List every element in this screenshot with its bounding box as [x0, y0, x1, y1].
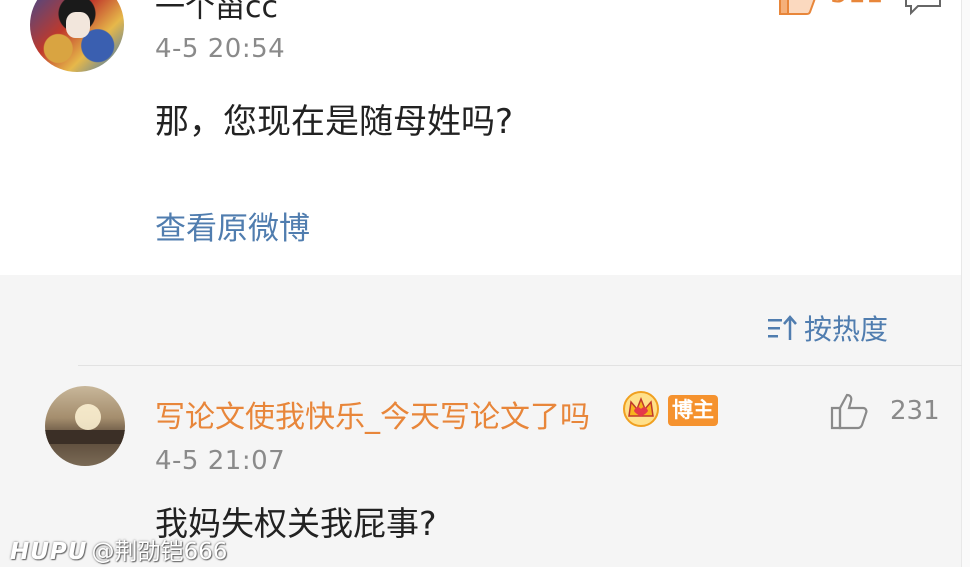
- crown-icon: [623, 391, 659, 427]
- watermark: HUPU @荆劭铠666: [10, 532, 227, 566]
- sort-icon: [768, 315, 797, 340]
- user-avatar[interactable]: [30, 0, 124, 72]
- reply-timestamp: 4-5 21:07: [155, 446, 286, 476]
- comment-timestamp: 4-5 20:54: [155, 34, 286, 64]
- sort-label: 按热度: [804, 313, 889, 346]
- view-original-link[interactable]: 查看原微博: [155, 203, 310, 248]
- comment-icon[interactable]: [903, 0, 943, 16]
- comment-text: 那，您现在是随母姓吗?: [155, 102, 514, 142]
- replier-avatar[interactable]: [45, 386, 125, 466]
- scroll-edge: [961, 0, 970, 567]
- like-count: 231: [890, 396, 940, 426]
- sort-by-hot-button[interactable]: 按热度: [766, 308, 888, 348]
- blogger-badge: 博主: [668, 395, 718, 426]
- like-count: 511: [830, 0, 883, 9]
- reply-username[interactable]: 写论文使我快乐_今天写论文了吗: [155, 392, 590, 436]
- comment-username[interactable]: 一个甾cc: [155, 0, 278, 26]
- divider: [78, 365, 962, 366]
- like-icon[interactable]: [830, 392, 870, 430]
- like-icon[interactable]: [778, 0, 818, 16]
- watermark-handle: @荆劭铠666: [91, 539, 228, 565]
- original-comment-card: 一个甾cc 4-5 20:54 511 那，您现在是随母姓吗? 查看原微博: [0, 0, 962, 275]
- watermark-brand: HUPU: [10, 539, 88, 565]
